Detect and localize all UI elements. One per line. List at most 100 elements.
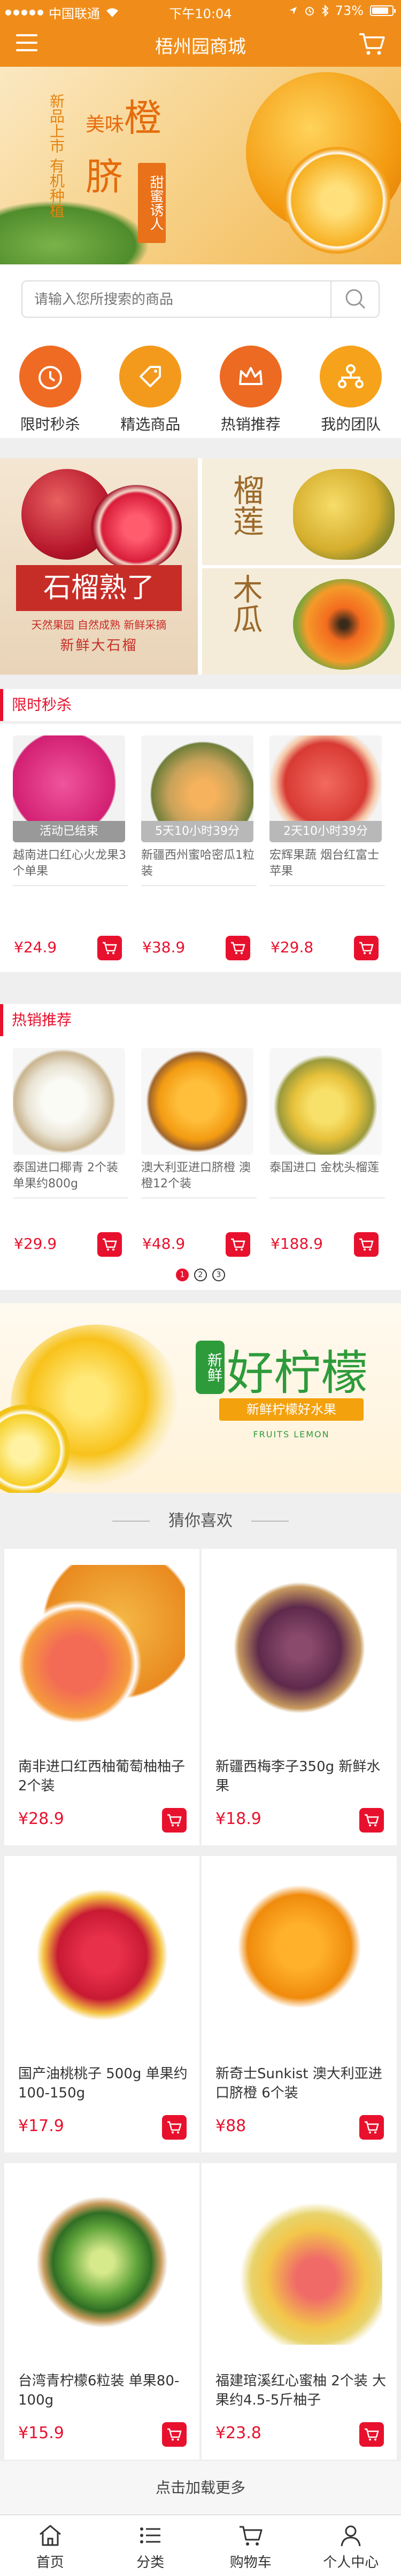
flash-item-dragonfruit[interactable]: 活动已结束 越南进口红心火龙果3个单果 ¥24.9 bbox=[6, 724, 135, 972]
hot-item-orange[interactable]: 澳大利亚进口脐橙 澳橙12个装 ¥48.9 bbox=[135, 1036, 263, 1269]
lemon-banner[interactable]: 新鲜 好柠檬 新鲜柠檬好水果 FRUITS LEMON bbox=[0, 1303, 401, 1493]
guess-item-plum[interactable]: 新疆西梅李子350g 新鲜水果 ¥18.9 bbox=[202, 1549, 397, 1845]
cart-icon bbox=[167, 2121, 182, 2134]
divider bbox=[141, 1197, 257, 1199]
guess-item-grapefruit[interactable]: 南非进口红西柚葡萄柚柚子 2个装 ¥28.9 bbox=[4, 1549, 199, 1845]
status-bar: 中国联通 下午10:04 73% bbox=[0, 0, 401, 21]
product-name: 宏辉果蔬 烟台红富士苹果 bbox=[269, 849, 379, 878]
add-to-cart-button[interactable] bbox=[359, 1808, 384, 1833]
guess-item-sunkist[interactable]: 新奇士Sunkist 澳大利亚进口脐橙 6个装 ¥88 bbox=[202, 1856, 397, 2152]
tab-cart[interactable]: 购物车 bbox=[200, 2515, 301, 2576]
flash-item-melon[interactable]: 5天10小时39分 新疆西州蜜哈密瓜1粒装 ¥38.9 bbox=[135, 724, 263, 972]
product-price: ¥24.9 bbox=[14, 938, 57, 956]
load-more-button[interactable]: 点击加载更多 bbox=[0, 2461, 401, 2515]
tab-profile[interactable]: 个人中心 bbox=[301, 2515, 401, 2576]
home-icon bbox=[39, 2525, 61, 2546]
search-icon bbox=[345, 289, 366, 309]
tab-label: 首页 bbox=[36, 2555, 64, 2571]
orange-slice-image bbox=[283, 147, 390, 254]
search-input[interactable] bbox=[34, 290, 334, 309]
promo-durian-title: 榴莲 bbox=[228, 474, 264, 536]
promo-pomegranate-title: 石榴熟了 bbox=[16, 565, 182, 611]
tab-category[interactable]: 分类 bbox=[101, 2515, 201, 2576]
guess-item-lime[interactable]: 台湾青柠檬6粒装 单果80-100g ¥15.9 bbox=[4, 2163, 199, 2460]
leaves-image bbox=[0, 200, 150, 264]
flash-tag: 2天10小时39分 bbox=[269, 821, 382, 842]
promo-durian[interactable]: 榴莲 bbox=[202, 458, 401, 565]
quicknav-label: 我的团队 bbox=[321, 416, 381, 433]
section-title-flash: 限时秒杀 bbox=[0, 689, 401, 721]
cart-icon bbox=[239, 2526, 263, 2546]
add-to-cart-button[interactable] bbox=[162, 2115, 187, 2140]
add-to-cart-button[interactable] bbox=[354, 936, 379, 960]
cart-icon bbox=[365, 2428, 379, 2441]
cart-icon bbox=[231, 1238, 245, 1251]
banner-word: 美味 bbox=[86, 114, 125, 136]
clock-icon bbox=[19, 346, 81, 408]
quicknav-item-flash-sale[interactable]: 限时秒杀 bbox=[0, 334, 101, 438]
promo-pomegranate[interactable]: 石榴熟了 天然果园 自然成熟 新鲜采摘 新鲜大石榴 bbox=[0, 458, 198, 675]
add-to-cart-button[interactable] bbox=[359, 2115, 384, 2140]
lemon-en: FRUITS LEMON bbox=[253, 1429, 330, 1439]
add-to-cart-button[interactable] bbox=[162, 1808, 187, 1833]
product-name: 新奇士Sunkist 澳大利亚进口脐橙 6个装 bbox=[215, 2066, 382, 2101]
quicknav-label: 限时秒杀 bbox=[20, 416, 80, 433]
promo-papaya[interactable]: 木瓜 bbox=[202, 568, 401, 675]
product-price: ¥88 bbox=[215, 2117, 246, 2135]
add-to-cart-button[interactable] bbox=[97, 936, 122, 960]
tab-label: 分类 bbox=[136, 2555, 165, 2571]
pager-dot[interactable]: 2 bbox=[194, 1269, 207, 1281]
quicknav-item-team[interactable]: 我的团队 bbox=[301, 334, 401, 438]
product-price: ¥29.9 bbox=[14, 1235, 57, 1252]
product-name: 澳大利亚进口脐橙 澳橙12个装 bbox=[141, 1161, 251, 1191]
cart-icon bbox=[359, 1238, 374, 1251]
guess-title: 猜你喜欢 bbox=[0, 1504, 401, 1538]
battery-icon bbox=[370, 5, 396, 16]
search-box bbox=[21, 280, 380, 318]
divider bbox=[269, 885, 385, 886]
location-icon bbox=[289, 7, 297, 14]
promo-pomegranate-badges: 天然果园 自然成熟 新鲜采摘 bbox=[31, 618, 167, 631]
product-image bbox=[141, 1048, 253, 1155]
add-to-cart-button[interactable] bbox=[226, 936, 250, 960]
pager-dot[interactable]: 1 bbox=[176, 1269, 189, 1281]
product-price: ¥18.9 bbox=[215, 1810, 261, 1828]
bluetooth-icon bbox=[321, 5, 329, 17]
add-to-cart-button[interactable] bbox=[162, 2422, 187, 2447]
product-name: 越南进口红心火龙果3个单果 bbox=[13, 849, 126, 878]
hot-item-durian[interactable]: 泰国进口 金枕头榴莲 ¥188.9 bbox=[263, 1036, 391, 1269]
hot-item-coconut[interactable]: 泰国进口椰青 2个装 单果约800g ¥29.9 bbox=[6, 1036, 135, 1269]
quicknav-item-featured[interactable]: 精选商品 bbox=[101, 334, 201, 438]
add-to-cart-button[interactable] bbox=[354, 1232, 379, 1257]
flash-tag: 5天10小时39分 bbox=[141, 821, 253, 842]
cart-icon bbox=[167, 1814, 182, 1827]
flash-sale-list: 活动已结束 越南进口红心火龙果3个单果 ¥24.9 5天10小时39分 新疆西州… bbox=[0, 724, 401, 972]
add-to-cart-button[interactable] bbox=[226, 1232, 250, 1257]
guess-item-pomelo[interactable]: 福建琯溪红心蜜柚 2个装 大果约4.5-5斤柚子 ¥23.8 bbox=[202, 2163, 397, 2460]
divider bbox=[141, 885, 257, 886]
pager-dot[interactable]: 3 bbox=[212, 1269, 225, 1281]
divider bbox=[13, 885, 128, 886]
product-image: 5天10小时39分 bbox=[141, 735, 253, 842]
add-to-cart-button[interactable] bbox=[359, 2422, 384, 2447]
tag-icon bbox=[119, 346, 182, 408]
product-name: 福建琯溪红心蜜柚 2个装 大果约4.5-5斤柚子 bbox=[215, 2373, 387, 2408]
hero-banner[interactable]: 新品上市 有机种植 美味橙 脐 甜蜜诱人 bbox=[0, 67, 401, 264]
product-image bbox=[269, 1048, 382, 1155]
guess-item-nectarine[interactable]: 国产油桃桃子 500g 单果约100-150g ¥17.9 bbox=[4, 1856, 199, 2152]
product-image bbox=[19, 1872, 185, 2038]
product-name: 南非进口红西柚葡萄柚柚子 2个装 bbox=[18, 1759, 186, 1794]
product-price: ¥17.9 bbox=[18, 2117, 64, 2135]
quicknav-item-hot[interactable]: 热销推荐 bbox=[200, 334, 301, 438]
cart-icon bbox=[365, 1814, 379, 1827]
cart-icon bbox=[103, 942, 117, 954]
cart-icon bbox=[103, 1238, 117, 1251]
product-name: 国产油桃桃子 500g 单果约100-150g bbox=[18, 2066, 188, 2101]
tab-home[interactable]: 首页 bbox=[0, 2515, 101, 2576]
papaya-image bbox=[293, 579, 395, 670]
search-button[interactable] bbox=[330, 281, 379, 317]
flash-item-apple[interactable]: 2天10小时39分 宏辉果蔬 烟台红富士苹果 ¥29.8 bbox=[263, 724, 391, 972]
add-to-cart-button[interactable] bbox=[97, 1232, 122, 1257]
cart-icon[interactable] bbox=[358, 31, 386, 57]
promo-grid: 石榴熟了 天然果园 自然成熟 新鲜采摘 新鲜大石榴 榴莲 木瓜 bbox=[0, 458, 401, 675]
